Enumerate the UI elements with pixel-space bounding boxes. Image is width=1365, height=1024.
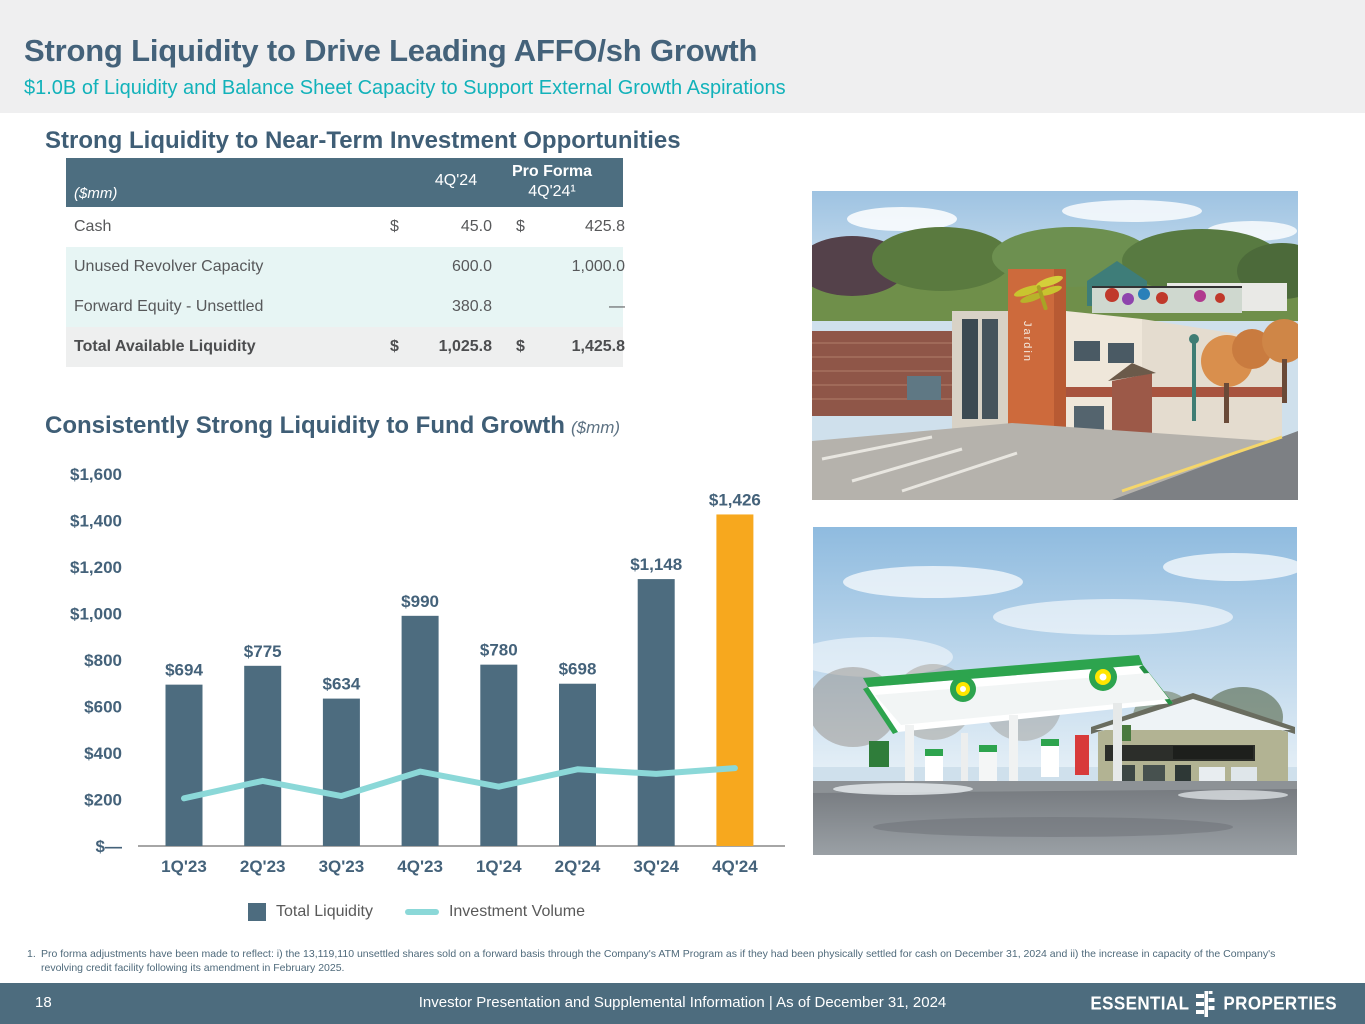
bar-4Q'24 — [716, 514, 753, 846]
table-cell: — — [540, 298, 625, 316]
bar-value-label: $990 — [401, 592, 439, 611]
legend-item: Total Liquidity — [248, 903, 373, 921]
y-tick-label: $800 — [84, 651, 122, 670]
footnote: 1. Pro forma adjustments have been made … — [27, 947, 1317, 975]
table-row-1: Unused Revolver Capacity 600.0 1,000.0 — [66, 247, 623, 287]
gas-station-illustration — [813, 527, 1297, 855]
bar-value-label: $775 — [244, 642, 282, 661]
bar-value-label: $698 — [559, 660, 597, 679]
y-tick-label: $1,600 — [70, 465, 122, 484]
photo-early-education-building: Jardin — [812, 191, 1298, 500]
x-axis-label: 4Q'24 — [712, 857, 758, 876]
x-axis-label: 2Q'23 — [240, 857, 286, 876]
table-cell: 600.0 — [414, 258, 492, 276]
essential-properties-logo-icon — [1196, 991, 1216, 1017]
table-cell: 1,025.8 — [414, 338, 492, 356]
table-row-0: Cash$45.0$425.8 — [66, 207, 623, 247]
table-cell: Unused Revolver Capacity — [74, 258, 390, 276]
legend-label: Investment Volume — [449, 903, 585, 921]
bar-value-label: $694 — [165, 661, 203, 680]
company-logo: ESSENTIAL PROPERTIES — [1090, 991, 1337, 1017]
jardin-sign-text: Jardin — [1021, 321, 1033, 363]
page-subtitle: $1.0B of Liquidity and Balance Sheet Cap… — [24, 77, 786, 100]
bar-value-label: $780 — [480, 641, 518, 660]
footnote-text: Pro forma adjustments have been made to … — [41, 947, 1317, 975]
liquidity-table-header: ($mm) 4Q'24 Pro Forma 4Q'24¹ — [66, 158, 623, 207]
photo-bp-gas-station — [813, 527, 1297, 855]
rooftop-playground — [1092, 287, 1242, 313]
x-axis-label: 3Q'24 — [633, 857, 679, 876]
liquidity-chart: $1,600 $1,400 $1,200 $1,000 $800 $600 $400 $200… — [40, 458, 790, 890]
bar-2Q'24 — [559, 684, 596, 846]
bar-value-label: $634 — [322, 675, 360, 694]
y-tick-label: $1,400 — [70, 512, 122, 531]
slide: Strong Liquidity to Drive Leading AFFO/s… — [0, 0, 1365, 1024]
table-cell: 1,425.8 — [540, 338, 625, 356]
chart-legend: Total Liquidity Investment Volume — [248, 903, 585, 921]
x-axis-label: 1Q'23 — [161, 857, 207, 876]
legend-swatch-line — [405, 909, 439, 915]
footnote-number: 1. — [27, 947, 41, 975]
table-cell: Cash — [74, 218, 390, 236]
bar-3Q'23 — [323, 699, 360, 846]
building-illustration: Jardin — [812, 191, 1298, 500]
bar-value-label: $1,426 — [709, 490, 761, 509]
bar-1Q'23 — [166, 685, 203, 846]
y-tick-label: $— — [96, 837, 122, 856]
x-axis-label: 3Q'23 — [319, 857, 365, 876]
table-col-proforma: Pro Forma 4Q'24¹ — [488, 162, 616, 202]
table-cell: 380.8 — [414, 298, 492, 316]
x-axis-label: 4Q'23 — [397, 857, 443, 876]
table-cell: 45.0 — [414, 218, 492, 236]
table-cell: $ — [390, 218, 414, 236]
table-row-2: Forward Equity - Unsettled 380.8 — — [66, 287, 623, 327]
x-axis-label: 1Q'24 — [476, 857, 522, 876]
table-cell: $ — [390, 338, 414, 356]
table-section-heading: Strong Liquidity to Near-Term Investment… — [45, 127, 681, 155]
slide-footer: 18 Investor Presentation and Supplementa… — [0, 983, 1365, 1024]
table-cell: Total Available Liquidity — [74, 338, 390, 356]
legend-swatch-bar — [248, 903, 266, 921]
x-axis-label: 2Q'24 — [555, 857, 601, 876]
bar-2Q'23 — [244, 666, 281, 846]
bar-value-label: $1,148 — [630, 555, 682, 574]
legend-item: Investment Volume — [405, 903, 585, 921]
table-cell: 1,000.0 — [540, 258, 625, 276]
table-cell: 425.8 — [540, 218, 625, 236]
table-cell: $ — [516, 338, 540, 356]
y-tick-label: $1,000 — [70, 605, 122, 624]
bar-4Q'23 — [402, 616, 439, 846]
legend-label: Total Liquidity — [276, 903, 373, 921]
y-tick-label: $600 — [84, 698, 122, 717]
table-cell: $ — [516, 218, 540, 236]
y-tick-label: $200 — [84, 791, 122, 810]
chart-section-heading: Consistently Strong Liquidity to Fund Gr… — [45, 412, 620, 440]
y-tick-label: $400 — [84, 744, 122, 763]
logo-text-essential: ESSENTIAL — [1090, 993, 1189, 1015]
chart-unit-label: ($mm) — [571, 418, 620, 437]
table-unit-label: ($mm) — [74, 185, 117, 202]
y-tick-label: $1,200 — [70, 558, 122, 577]
table-row-3: Total Available Liquidity$1,025.8$1,425.… — [66, 327, 623, 367]
slide-header: Strong Liquidity to Drive Leading AFFO/s… — [0, 0, 1365, 113]
bar-1Q'24 — [480, 665, 517, 846]
table-cell: Forward Equity - Unsettled — [74, 298, 390, 316]
logo-text-properties: PROPERTIES — [1223, 993, 1337, 1015]
page-title: Strong Liquidity to Drive Leading AFFO/s… — [24, 33, 757, 69]
liquidity-table-body: Cash$45.0$425.8Unused Revolver Capacity6… — [66, 207, 623, 367]
bar-3Q'24 — [638, 579, 675, 846]
liquidity-table: ($mm) 4Q'24 Pro Forma 4Q'24¹ Cash$45.0$4… — [66, 158, 623, 367]
